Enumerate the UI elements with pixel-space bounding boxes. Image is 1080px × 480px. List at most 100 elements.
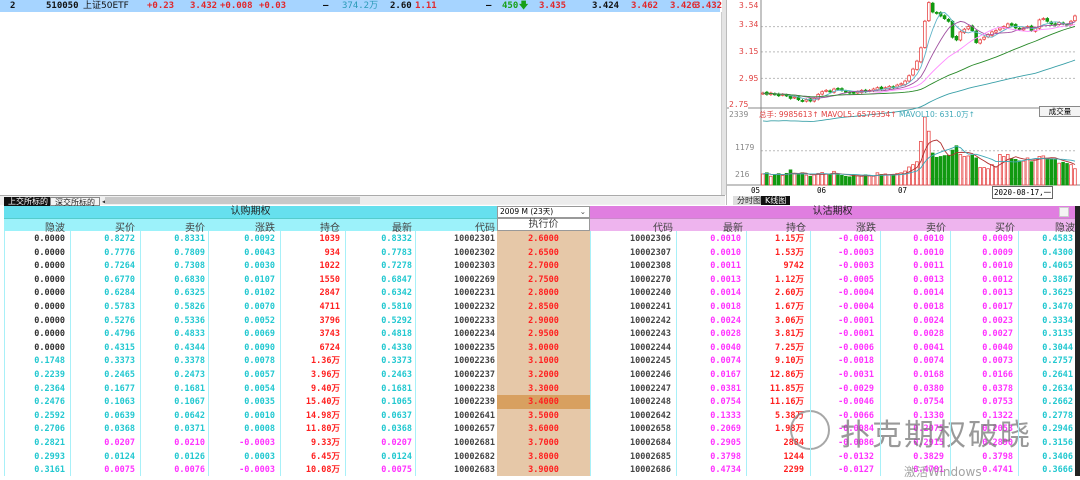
candle [1009,23,1014,26]
column-divider [590,231,591,476]
option-row[interactable]: 0.2239 0.2465 0.2473 0.0057 3.96万 0.2463 10002… [0,368,1080,382]
expiry-select[interactable]: 2009 M (23天) ⌄ [497,206,590,218]
put-iv: 0.2946 [1042,424,1073,435]
put-open-interest: 12.86万 [769,370,804,380]
put-bid: 0.0013 [982,288,1013,299]
volume-bar [871,175,876,186]
scrollbar-thumb[interactable] [105,197,360,204]
volume-bar [1045,157,1050,186]
call-open-interest: 4711 [319,302,340,312]
call-iv: 0.2706 [34,424,65,435]
put-change: -0.0006 [838,342,874,353]
put-last: 0.0010 [710,247,741,258]
put-last: 0.0024 [710,315,741,326]
volume-bar [851,174,856,186]
option-row[interactable]: 0.2364 0.1677 0.1681 0.0054 9.40万 0.1681 10002… [0,382,1080,396]
call-change: 0.0107 [244,274,275,285]
price-tick: 3.15 [739,47,759,56]
call-code: 10002301 [454,234,495,244]
call-iv: 0.3161 [34,465,65,476]
call-bid: 0.7776 [104,247,135,258]
candle [966,26,971,30]
put-last: 0.2905 [710,438,741,448]
put-change: -0.0001 [838,315,874,326]
option-row[interactable]: 0.2476 0.1063 0.1067 0.0035 15.40万 0.1065 1000… [0,395,1080,410]
option-row[interactable]: 0.0000 0.5276 0.5336 0.0052 3796 0.5292 100022… [0,314,1080,328]
mavol5: MAVOL5: 6579354↑ [821,110,897,119]
volume-bar [966,155,971,186]
column-divider [950,231,951,476]
strike-column-header[interactable]: 执行价 [497,218,590,231]
candle [804,99,809,102]
put-iv: 0.3666 [1042,465,1073,476]
volume-bar [796,174,801,186]
option-row[interactable]: 0.0000 0.6770 0.6830 0.0107 1550 0.6847 100022… [0,273,1080,287]
put-iv: 0.3625 [1042,288,1073,299]
candle [994,30,998,33]
call-ask: 0.1681 [174,383,205,394]
option-row[interactable]: 0.0000 0.7776 0.7809 0.0043 934 0.7783 1000230… [0,246,1080,260]
down-arrow-icon: 🡇 [519,1,529,11]
ma10-line [762,20,1076,99]
volume-bar [887,174,892,186]
put-change: -0.0031 [838,370,874,380]
tab-szse[interactable]: 深交所标的 [50,197,100,207]
strike-price: 2.8000 [528,288,559,299]
put-ask: 0.0754 [913,397,944,408]
call-bid: 0.7264 [104,261,135,272]
call-code: 10002237 [454,370,495,380]
security-code: 510050 [46,1,79,11]
option-row[interactable]: 0.0000 0.4315 0.4344 0.0090 6724 0.4330 100022… [0,341,1080,355]
call-last: 0.0075 [381,465,412,476]
price-tick: 2.95 [739,74,759,83]
put-iv: 0.2778 [1042,410,1073,421]
kline-chart-panel[interactable]: 3.54 3.34 3.15 2.95 2.75 2339 1179 216 总… [726,0,1080,205]
put-ask: 0.0013 [913,274,944,285]
volume-bar [776,173,781,186]
option-row[interactable]: 0.0000 0.8272 0.8331 0.0092 1039 0.8332 100023… [0,232,1080,246]
put-ask: 0.0018 [913,302,944,312]
option-row[interactable]: 0.0000 0.5783 0.5826 0.0070 4711 0.5810 100022… [0,300,1080,314]
put-change: -0.0001 [838,329,874,340]
settings-checkbox[interactable] [1059,207,1069,217]
call-bid: 0.0207 [104,438,135,448]
volume-bar [970,154,975,186]
put-last: 0.0040 [710,342,741,353]
tab-kline[interactable]: K线图 [761,196,791,205]
strike-price: 2.8500 [528,302,559,312]
call-last: 0.2463 [381,370,412,380]
volume-bar [962,156,967,186]
call-open-interest: 934 [324,247,340,258]
option-row[interactable]: 0.1748 0.3373 0.3378 0.0078 1.36万 0.3373 10002… [0,354,1080,368]
option-row[interactable]: 0.0000 0.7264 0.7308 0.0030 1022 0.7278 100023… [0,259,1080,273]
x-label: 05 [751,186,761,195]
tab-sse[interactable]: 上交所标的 [4,197,52,206]
candle [851,91,856,94]
row-index: 2 [10,1,16,11]
call-last: 0.6342 [381,288,412,299]
call-change: 0.0054 [244,383,275,394]
call-open-interest: 1550 [319,274,340,285]
strike-price: 3.7000 [528,438,559,448]
put-code: 10002685 [630,451,671,462]
call-iv: 0.0000 [34,288,65,299]
call-iv: 0.1748 [34,356,65,367]
volume-bar [954,145,959,186]
put-change: -0.0004 [838,302,874,312]
horizontal-scrollbar[interactable] [105,197,720,204]
call-last: 0.0207 [381,438,412,448]
call-code: 10002683 [454,465,495,476]
candle [828,90,832,93]
put-open-interest: 7.25万 [775,342,804,353]
put-change: -0.0003 [838,261,874,272]
volume-bar [930,152,935,186]
call-ask: 0.0371 [174,424,205,435]
option-row[interactable]: 0.0000 0.6284 0.6325 0.0102 2847 0.6342 100022… [0,286,1080,300]
volume-indicator-button[interactable]: 成交量 [1039,106,1080,117]
option-row[interactable]: 0.0000 0.4796 0.4833 0.0069 3743 0.4818 100022… [0,327,1080,341]
windows-activation-watermark: 激活Windows [904,465,982,479]
quote-row[interactable]: 2 510050 上证50ETF +0.23 3.432 +0.008 +0.0… [0,0,722,12]
volume-bar [879,174,884,186]
put-bid: 0.0023 [982,315,1013,326]
price: 3.432 [190,1,218,11]
